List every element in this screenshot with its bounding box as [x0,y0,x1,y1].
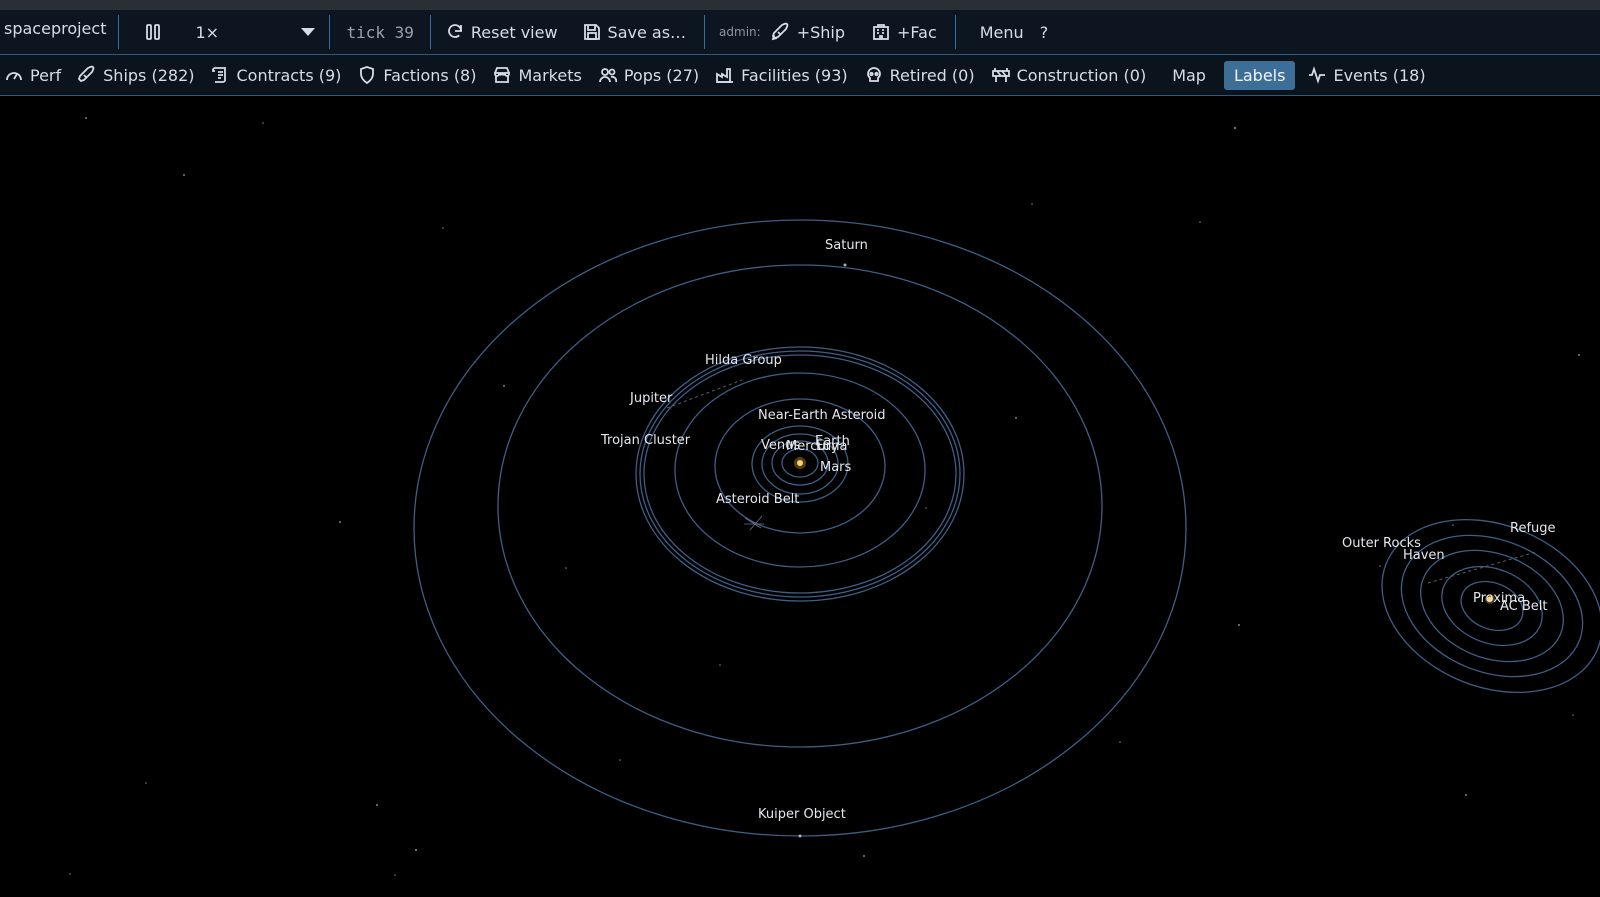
window-top-strip [0,0,1600,10]
save-icon [583,24,600,40]
pause-button[interactable] [125,18,181,46]
sol-labels: Saturn Hilda Group Jupiter Near-Earth As… [600,238,886,822]
toolbar-divider [429,15,431,49]
label-near-earth[interactable]: Near-Earth Asteroid [758,408,886,423]
reset-view-label: Reset view [470,22,558,42]
label-jupiter[interactable]: Jupiter [629,391,673,406]
toolbar-divider [954,15,956,49]
body-kuiper[interactable] [798,834,802,838]
tab-retired-label: Retired (0) [889,65,975,85]
tab-retired[interactable]: Retired (0) [856,61,983,89]
rocket-icon [771,22,788,41]
reset-view-button[interactable]: Reset view [437,18,566,46]
label-haven[interactable]: Haven [1403,548,1445,563]
tab-events-label: Events (18) [1333,65,1426,85]
speed-select[interactable]: 1× [181,23,323,42]
tab-factions[interactable]: Factions (8) [349,61,484,89]
alpha-centauri-orbits [1381,518,1600,694]
add-ship-button[interactable]: +Ship [763,18,853,46]
app-name: spaceproject [4,18,107,38]
save-as-button[interactable]: Save as… [574,18,695,46]
help-label: ? [1039,22,1049,42]
tab-map-label: Map [1172,65,1206,85]
tab-perf[interactable]: Perf [0,61,69,89]
orbit-jupiter [639,350,961,598]
tab-pops-label: Pops (27) [623,65,700,85]
tab-construction-label: Construction (0) [1016,65,1147,85]
tab-labels[interactable]: Labels [1223,60,1296,90]
construction-icon [991,68,1010,82]
label-refuge[interactable]: Refuge [1510,521,1556,536]
users-icon [598,68,617,83]
orbit-trojan [643,354,957,594]
tab-facilities-label: Facilities (93) [741,65,848,85]
skull-icon [866,67,881,82]
label-hilda[interactable]: Hilda Group [705,353,782,368]
label-ac-belt[interactable]: AC Belt [1500,599,1548,614]
tab-markets-label: Markets [518,65,582,85]
tab-contracts[interactable]: Contracts (9) [202,61,349,89]
tab-factions-label: Factions (8) [383,65,477,85]
speed-value: 1× [195,22,220,42]
menu-button[interactable]: Menu [972,19,1032,46]
gauge-icon [6,72,22,81]
tab-ships[interactable]: Ships (282) [69,61,202,89]
label-luna[interactable]: Luna [816,439,847,454]
orbit-saturn [497,264,1103,748]
label-asteroid-belt[interactable]: Asteroid Belt [716,492,799,507]
help-button[interactable]: ? [1032,19,1057,46]
tab-markets[interactable]: Markets [484,61,589,89]
store-icon [494,67,511,83]
factory-icon [716,68,734,83]
add-facility-button[interactable]: +Fac [863,18,945,46]
orbit-kuiper [413,219,1187,837]
admin-label: admin: [719,25,761,39]
activity-icon [1309,66,1326,84]
orbit-refuge [1381,518,1600,694]
pause-icon [146,24,161,40]
tab-facilities[interactable]: Facilities (93) [707,61,856,89]
tab-pops[interactable]: Pops (27) [590,61,707,89]
add-ship-label: +Ship [796,22,845,42]
tick-counter: tick 39 [346,22,414,42]
label-saturn[interactable]: Saturn [825,238,868,253]
tab-map[interactable]: Map [1164,62,1214,89]
tab-labels-label: Labels [1233,65,1286,85]
main-toolbar: spaceproject 1× tick 39 Reset view Save … [0,10,1600,55]
star-map[interactable]: Saturn Hilda Group Jupiter Near-Earth As… [0,96,1600,897]
toolbar-divider [329,15,331,49]
body-saturn[interactable] [843,263,847,267]
orbit-asteroid-belt [674,372,926,568]
alpha-centauri-labels: Outer Rocks Haven Refuge Proxima AC Belt [1342,521,1556,614]
tab-perf-label: Perf [30,65,62,85]
save-as-label: Save as… [607,22,687,42]
label-trojan[interactable]: Trojan Cluster [600,433,691,448]
tab-events[interactable]: Events (18) [1299,61,1433,89]
panel-tabs: Perf Ships (282) Contracts (9) Factions … [0,55,1600,96]
label-mars[interactable]: Mars [820,460,852,475]
toolbar-divider [118,15,120,49]
sol-orbits [413,219,1187,837]
rocket-icon [78,65,95,83]
scroll-icon [212,67,227,83]
sol-bodies [666,263,847,838]
add-facility-label: +Fac [897,22,937,42]
chevron-down-icon [301,28,316,36]
tab-contracts-label: Contracts (9) [236,65,342,85]
label-kuiper[interactable]: Kuiper Object [758,807,846,822]
tab-construction[interactable]: Construction (0) [983,61,1155,89]
building-icon [873,24,889,40]
tab-ships-label: Ships (282) [103,65,195,85]
shield-icon [360,66,375,85]
sun-core [797,460,803,466]
menu-label: Menu [979,22,1024,42]
orbit-hilda [635,346,965,602]
refresh-icon [448,24,462,38]
toolbar-divider [704,15,706,49]
